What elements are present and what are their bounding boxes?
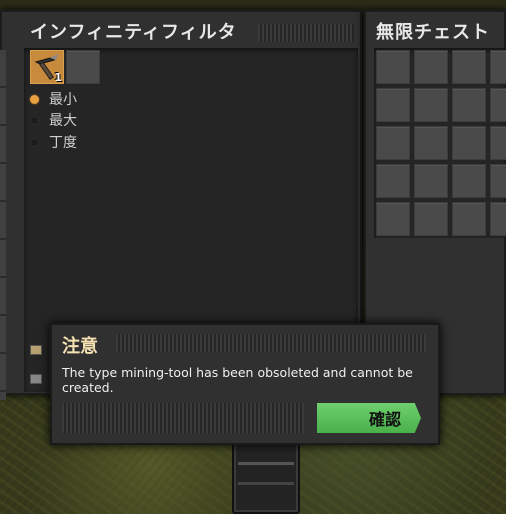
mode-option-min[interactable]: 最小 (30, 89, 77, 109)
chest-slot[interactable] (490, 202, 506, 236)
chest-slot[interactable] (490, 164, 506, 198)
chest-entity[interactable] (232, 440, 300, 514)
filter-slot-empty[interactable] (66, 50, 100, 84)
chest-slot[interactable] (414, 164, 448, 198)
radio-button-max[interactable] (30, 115, 39, 125)
chest-slot[interactable] (376, 126, 410, 160)
chest-slot[interactable] (376, 202, 410, 236)
mode-option-label: 丁度 (49, 135, 77, 151)
chest-slot[interactable] (376, 50, 410, 84)
infinity-chest-title: 無限チェスト (376, 22, 490, 43)
mode-option-exact[interactable]: 丁度 (30, 132, 77, 152)
filter-slot-mining-tool[interactable]: 1 (30, 50, 64, 84)
chest-slot[interactable] (490, 126, 506, 160)
chest-slot[interactable] (414, 50, 448, 84)
warning-dialog: 注意 The type mining-tool has been obsolet… (50, 323, 440, 445)
radio-button-min[interactable] (30, 94, 39, 104)
chest-slot[interactable] (376, 88, 410, 122)
dialog-title: 注意 (62, 336, 98, 357)
small-checkbox-icon[interactable] (30, 374, 42, 384)
infinity-filter-title: インフィニティフィルタ (30, 22, 237, 43)
confirm-button[interactable]: 確認 (317, 403, 421, 433)
chest-slot[interactable] (376, 164, 410, 198)
filter-drag-handle[interactable] (258, 24, 354, 42)
chest-slot[interactable] (414, 126, 448, 160)
mode-option-max[interactable]: 最大 (30, 110, 77, 130)
chest-slot[interactable] (452, 164, 486, 198)
chest-slot[interactable] (452, 126, 486, 160)
dialog-message: The type mining-tool has been obsoleted … (62, 365, 413, 395)
chest-slot[interactable] (452, 88, 486, 122)
chest-slot[interactable] (414, 88, 448, 122)
dialog-drag-handle[interactable] (116, 334, 426, 352)
mode-option-label: 最大 (49, 113, 77, 129)
chest-slot[interactable] (414, 202, 448, 236)
dialog-button-bar (62, 403, 304, 433)
radio-button-exact[interactable] (30, 137, 39, 147)
small-item-icon (30, 345, 42, 355)
mode-option-label: 最小 (49, 92, 77, 108)
chest-slot[interactable] (490, 88, 506, 122)
chest-slot[interactable] (452, 202, 486, 236)
chest-slot[interactable] (452, 50, 486, 84)
previous-panel-edge (0, 50, 6, 400)
filter-slot-count: 1 (54, 71, 62, 84)
chest-slot[interactable] (490, 50, 506, 84)
